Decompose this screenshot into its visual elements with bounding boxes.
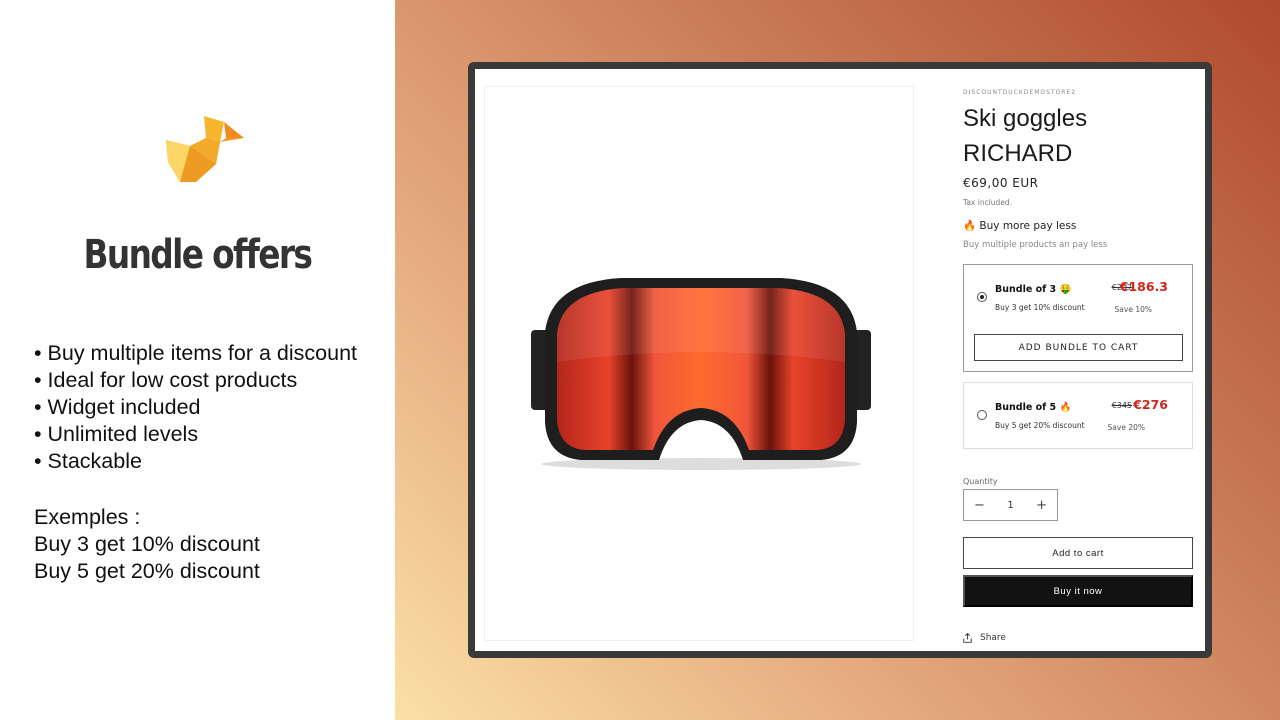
bundle-save-label: Save 20%	[1107, 423, 1145, 432]
quantity-decrease-button[interactable]: −	[974, 498, 985, 513]
feature-item: Ideal for low cost products	[34, 367, 357, 394]
bundle-option-3[interactable]: Bundle of 3 🤑 Buy 3 get 10% discount €20…	[963, 264, 1193, 372]
duck-logo-icon	[166, 116, 244, 182]
share-button[interactable]: Share	[963, 633, 1006, 643]
share-icon	[963, 633, 972, 643]
feature-item: Widget included	[34, 394, 357, 421]
marketing-panel: Bundle offers Buy multiple items for a d…	[0, 0, 395, 720]
bundle-save-label: Save 10%	[1114, 305, 1152, 314]
bundle-description: Buy 3 get 10% discount	[995, 303, 1085, 312]
product-image[interactable]	[484, 86, 914, 641]
quantity-input[interactable]: 1	[1007, 500, 1013, 511]
bundle-radio-selected[interactable]	[977, 292, 987, 302]
product-title-line: Ski goggles	[963, 105, 1088, 132]
ski-goggles-image	[531, 278, 871, 470]
example-item: Buy 3 get 10% discount	[34, 532, 260, 556]
share-label: Share	[980, 633, 1006, 643]
add-to-cart-button[interactable]: Add to cart	[963, 537, 1193, 569]
bundle-old-price: €345	[1111, 401, 1132, 410]
bundle-name: Bundle of 3 🤑	[995, 284, 1072, 295]
add-bundle-to-cart-button[interactable]: ADD BUNDLE TO CART	[974, 334, 1183, 361]
quantity-label: Quantity	[963, 477, 998, 486]
feature-list: Buy multiple items for a discount Ideal …	[34, 340, 358, 475]
feature-item: Unlimited levels	[34, 421, 357, 448]
bundle-name: Bundle of 5 🔥	[995, 402, 1072, 413]
buy-it-now-button[interactable]: Buy it now	[963, 575, 1193, 607]
examples-heading: Exemples :	[34, 505, 141, 529]
quantity-stepper: − 1 +	[963, 489, 1058, 521]
quantity-increase-button[interactable]: +	[1036, 498, 1047, 513]
bundle-new-price: €276	[1133, 397, 1168, 412]
device-frame: DISCOUNTDUCKDEMOSTORE2 Ski goggles RICHA…	[468, 62, 1212, 658]
examples: Exemples : Buy 3 get 10% discount Buy 5 …	[34, 504, 260, 585]
product-title-line: RICHARD	[963, 140, 1073, 167]
bundle-description: Buy 5 get 20% discount	[995, 421, 1085, 430]
bundle-option-5[interactable]: Bundle of 5 🔥 Buy 5 get 20% discount €34…	[963, 382, 1193, 449]
headline: Bundle offers	[83, 232, 313, 278]
product-price: €69,00 EUR	[963, 176, 1039, 190]
feature-item: Stackable	[34, 448, 357, 475]
product-page: DISCOUNTDUCKDEMOSTORE2 Ski goggles RICHA…	[475, 69, 1205, 651]
example-item: Buy 5 get 20% discount	[34, 559, 260, 583]
feature-item: Buy multiple items for a discount	[34, 340, 358, 367]
promo-subtitle: Buy multiple products an pay less	[963, 240, 1108, 250]
bundle-radio[interactable]	[977, 410, 987, 420]
promo-title: 🔥 Buy more pay less	[963, 220, 1077, 232]
tax-note: Tax included.	[963, 198, 1013, 207]
store-name: DISCOUNTDUCKDEMOSTORE2	[963, 89, 1077, 96]
product-title: Ski goggles RICHARD	[963, 101, 1087, 171]
bundle-new-price: €186.3	[1119, 279, 1168, 294]
